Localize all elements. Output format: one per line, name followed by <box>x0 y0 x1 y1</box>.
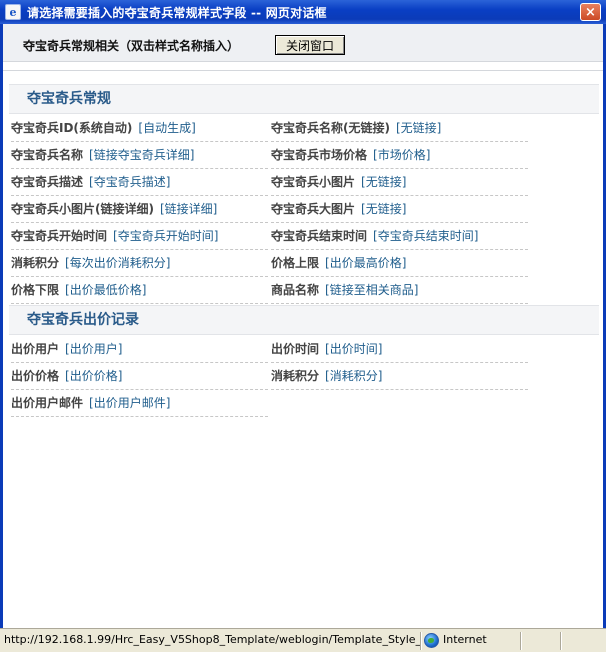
field-label: 夺宝奇兵名称 <box>11 148 84 162</box>
field-value[interactable]: [每次出价消耗积分] <box>65 256 170 270</box>
field-small-image-link[interactable]: 夺宝奇兵小图片(链接详细) [链接详细] <box>11 196 268 223</box>
field-value[interactable]: [出价用户邮件] <box>89 396 170 410</box>
field-value[interactable]: [夺宝奇兵结束时间] <box>373 229 478 243</box>
field-points-cost[interactable]: 消耗积分 [每次出价消耗积分] <box>11 250 268 277</box>
field-value[interactable]: [出价时间] <box>325 342 382 356</box>
section-title-general: 夺宝奇兵常规 <box>9 84 599 114</box>
field-end-time[interactable]: 夺宝奇兵结束时间 [夺宝奇兵结束时间] <box>271 223 528 250</box>
field-label: 消耗积分 <box>11 256 60 270</box>
field-large-image[interactable]: 夺宝奇兵大图片 [无链接] <box>271 196 528 223</box>
field-value[interactable]: [出价用户] <box>65 342 122 356</box>
field-bid-user[interactable]: 出价用户 [出价用户] <box>11 336 268 363</box>
field-value[interactable]: [出价最低价格] <box>65 283 146 297</box>
field-bid-time[interactable]: 出价时间 [出价时间] <box>271 336 528 363</box>
field-value[interactable]: [无链接] <box>361 175 406 189</box>
field-name[interactable]: 夺宝奇兵名称 [链接夺宝奇兵详细] <box>11 142 268 169</box>
field-bid-price[interactable]: 出价价格 [出价价格] <box>11 363 268 390</box>
field-value[interactable]: [链接详细] <box>160 202 217 216</box>
dialog-header: 夺宝奇兵常规相关（双击样式名称插入） 关闭窗口 <box>3 24 603 62</box>
globe-icon <box>424 633 439 648</box>
close-window-button[interactable]: 关闭窗口 <box>275 35 345 55</box>
field-name-nolink[interactable]: 夺宝奇兵名称(无链接) [无链接] <box>271 115 528 142</box>
field-id[interactable]: 夺宝奇兵ID(系统自动) [自动生成] <box>11 115 268 142</box>
field-label: 消耗积分 <box>271 369 320 383</box>
field-label: 夺宝奇兵结束时间 <box>271 229 368 243</box>
field-value[interactable]: [市场价格] <box>373 148 430 162</box>
status-divider <box>520 632 521 650</box>
field-value[interactable]: [链接至相关商品] <box>325 283 418 297</box>
divider <box>3 70 603 71</box>
section-title-bids: 夺宝奇兵出价记录 <box>9 305 599 335</box>
field-value[interactable]: [出价最高价格] <box>325 256 406 270</box>
ie-page-icon: e <box>5 4 21 20</box>
field-value[interactable]: [消耗积分] <box>325 369 382 383</box>
field-value[interactable]: [出价价格] <box>65 369 122 383</box>
field-market-price[interactable]: 夺宝奇兵市场价格 [市场价格] <box>271 142 528 169</box>
field-label: 出价价格 <box>11 369 60 383</box>
field-label: 出价用户 <box>11 342 60 356</box>
title-bar: e 请选择需要插入的夺宝奇兵常规样式字段 -- 网页对话框 × <box>0 0 606 24</box>
field-value[interactable]: [自动生成] <box>138 121 195 135</box>
status-url: http://192.168.1.99/Hrc_Easy_V5Shop8_Tem… <box>4 633 420 646</box>
field-description[interactable]: 夺宝奇兵描述 [夺宝奇兵描述] <box>11 169 268 196</box>
field-label: 夺宝奇兵描述 <box>11 175 84 189</box>
header-label: 夺宝奇兵常规相关（双击样式名称插入） <box>23 39 240 53</box>
status-bar: http://192.168.1.99/Hrc_Easy_V5Shop8_Tem… <box>0 628 606 652</box>
field-price-max[interactable]: 价格上限 [出价最高价格] <box>271 250 528 277</box>
field-label: 夺宝奇兵市场价格 <box>271 148 368 162</box>
field-bid-points[interactable]: 消耗积分 [消耗积分] <box>271 363 528 390</box>
field-label: 商品名称 <box>271 283 320 297</box>
field-label: 价格上限 <box>271 256 320 270</box>
status-divider <box>420 632 421 650</box>
field-label: 出价用户邮件 <box>11 396 84 410</box>
field-value[interactable]: [无链接] <box>396 121 441 135</box>
field-label: 夺宝奇兵小图片 <box>271 175 356 189</box>
window-title: 请选择需要插入的夺宝奇兵常规样式字段 -- 网页对话框 <box>27 5 327 20</box>
field-label: 夺宝奇兵开始时间 <box>11 229 108 243</box>
field-value[interactable]: [夺宝奇兵开始时间] <box>113 229 218 243</box>
field-product-name[interactable]: 商品名称 [链接至相关商品] <box>271 277 528 304</box>
field-label: 夺宝奇兵大图片 <box>271 202 356 216</box>
field-label: 夺宝奇兵ID(系统自动) <box>11 121 133 135</box>
field-bid-email[interactable]: 出价用户邮件 [出价用户邮件] <box>11 390 268 417</box>
window-close-button[interactable]: × <box>580 3 601 21</box>
field-label: 出价时间 <box>271 342 320 356</box>
field-small-image[interactable]: 夺宝奇兵小图片 [无链接] <box>271 169 528 196</box>
field-value[interactable]: [无链接] <box>361 202 406 216</box>
field-start-time[interactable]: 夺宝奇兵开始时间 [夺宝奇兵开始时间] <box>11 223 268 250</box>
field-label: 夺宝奇兵名称(无链接) <box>271 121 390 135</box>
field-label: 价格下限 <box>11 283 60 297</box>
field-price-min[interactable]: 价格下限 [出价最低价格] <box>11 277 268 304</box>
field-value[interactable]: [链接夺宝奇兵详细] <box>89 148 194 162</box>
field-label: 夺宝奇兵小图片(链接详细) <box>11 202 154 216</box>
status-zone: Internet <box>443 633 487 646</box>
status-divider <box>560 632 561 650</box>
field-value[interactable]: [夺宝奇兵描述] <box>89 175 170 189</box>
